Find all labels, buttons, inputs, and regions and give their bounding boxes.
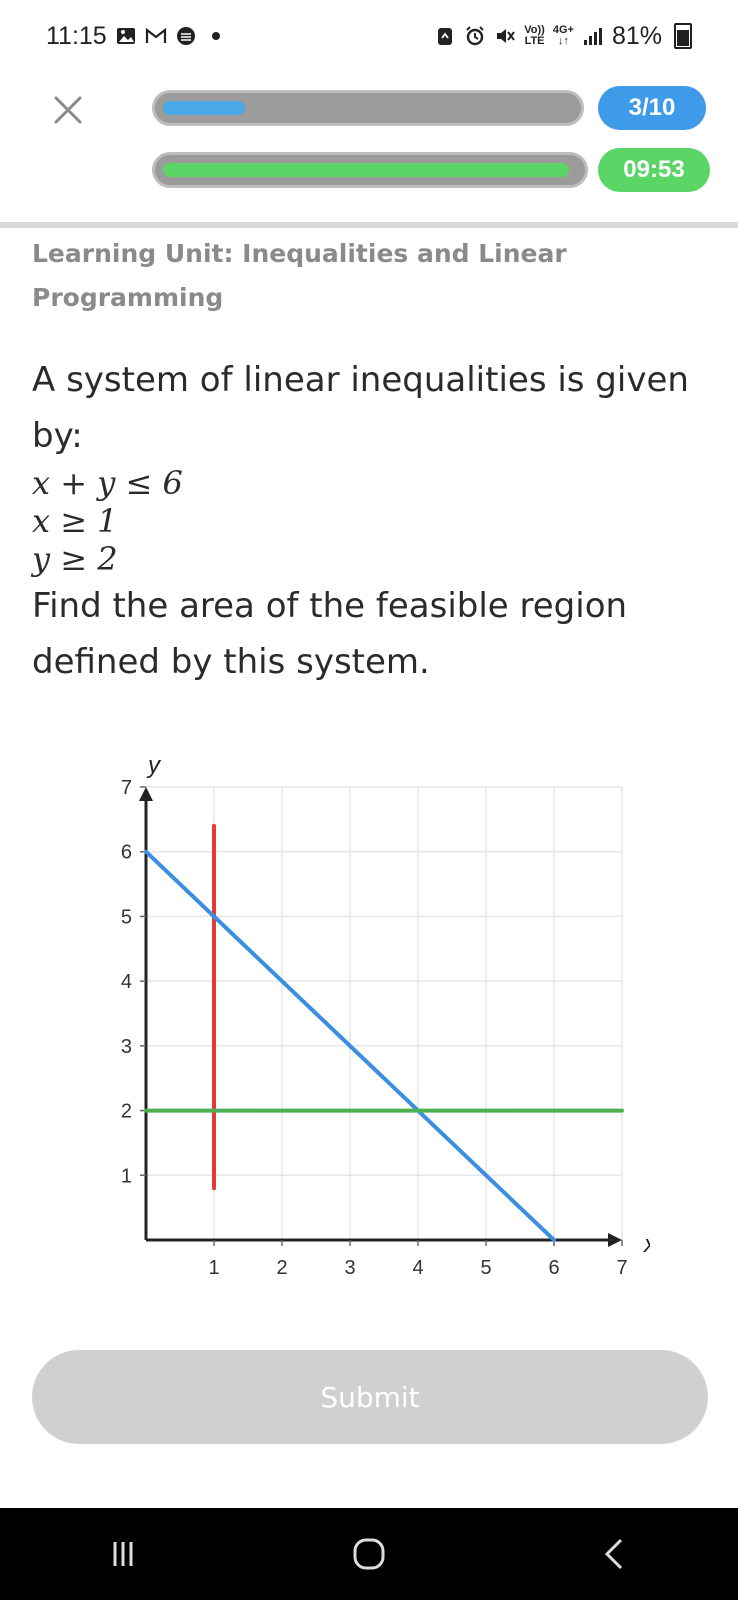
home-icon[interactable] [349,1534,389,1574]
question-progress-bar [152,90,584,126]
header-divider [0,222,738,228]
question-counter: 3/10 [598,86,706,130]
question-text: A system of linear inequalities is given… [32,352,712,690]
y-tick-label: 7 [121,777,132,799]
learning-unit-label: Learning Unit: Inequalities and Linear P… [32,239,567,312]
close-icon [54,96,82,124]
back-icon[interactable] [595,1534,635,1574]
system-navigation-bar [0,1508,738,1600]
status-bar-right: Vo)) LTE 4G+ ↓↑ 81% [434,22,692,51]
submit-button[interactable]: Submit [32,1350,708,1444]
gmail-icon [145,27,166,43]
y-tick-label: 5 [121,906,132,928]
network-type: 4G+ ↓↑ [552,24,574,47]
x-tick-label: 6 [548,1257,559,1279]
x-tick-label: 3 [344,1257,355,1279]
close-button[interactable] [46,88,90,132]
battery-percent: 81% [611,21,662,50]
layers-app-icon [176,27,195,45]
status-bar: 11:15 Vo)) LTE 4G+ ↓↑ 81% [0,0,738,72]
signal-icon [583,28,602,45]
prompt-intro: A system of linear inequalities is given… [32,360,689,456]
y-tick-label: 3 [121,1036,132,1058]
x-tick-label: 7 [616,1257,627,1279]
x-tick-label: 2 [276,1257,287,1279]
y-axis-label: y [146,760,162,779]
gallery-icon [116,28,135,44]
x-axis-arrow [608,1233,622,1247]
vpn-lock-icon [438,28,453,45]
x-tick-label: 5 [480,1257,491,1279]
timer-progress-fill [163,163,569,177]
inequality-2: x ≥ 1 [32,502,118,540]
recent-apps-icon[interactable] [103,1534,143,1574]
volte-indicator: Vo)) LTE [524,24,545,47]
prompt-question: Find the area of the feasible region def… [32,586,628,682]
mute-icon [497,29,516,43]
y-tick-label: 1 [121,1165,132,1187]
question-progress-fill [163,101,245,115]
y-tick-label: 6 [121,842,132,864]
battery-icon [674,23,692,49]
y-tick-label: 2 [121,1101,132,1123]
feasible-region-chart: 12345671234567xy [121,760,650,1279]
alarm-icon [466,26,484,46]
timer-badge: 09:53 [598,148,710,192]
x-tick-label: 4 [412,1257,423,1279]
notification-dot-icon [211,32,220,40]
x-tick-label: 1 [208,1257,219,1279]
status-bar-left: 11:15 [46,22,227,51]
clock: 11:15 [46,21,107,50]
y-axis-arrow [139,787,153,801]
inequality-1: x + y ≤ 6 [32,464,183,502]
y-tick-label: 4 [121,971,132,993]
x-axis-label: x [643,1231,650,1258]
data-arrows-icon: ↓↑ [557,35,569,47]
timer-progress-bar [152,152,588,188]
inequality-3: y ≥ 2 [32,540,118,578]
